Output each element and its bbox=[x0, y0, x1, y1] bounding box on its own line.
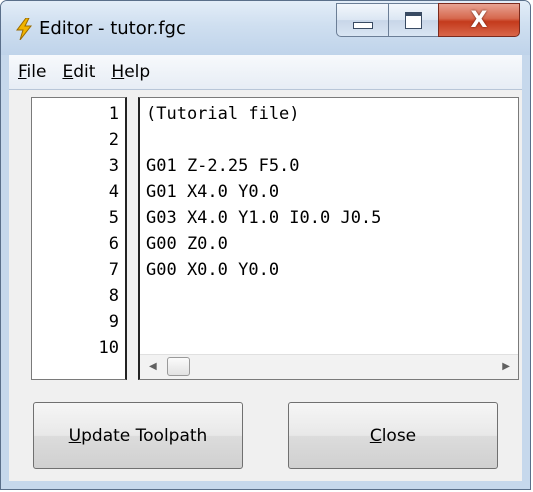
update-toolpath-button[interactable]: Update Toolpath bbox=[33, 402, 243, 469]
close-button[interactable]: Close bbox=[288, 402, 498, 469]
line-number: 9 bbox=[108, 312, 119, 332]
editor-window: Editor - tutor.fgc X File Edit Help 1 2 … bbox=[0, 0, 531, 490]
line-number: 4 bbox=[108, 182, 119, 202]
line-number: 8 bbox=[108, 286, 119, 306]
maximize-button[interactable] bbox=[388, 3, 438, 37]
minimize-icon bbox=[352, 21, 373, 29]
menu-help[interactable]: Help bbox=[104, 62, 157, 82]
title-bar[interactable]: Editor - tutor.fgc X bbox=[1, 1, 530, 55]
code-editor[interactable]: (Tutorial file) G01 Z-2.25 F5.0 G01 X4.0… bbox=[138, 97, 519, 380]
button-row: Update Toolpath Close bbox=[9, 380, 522, 481]
code-line: G01 Z-2.25 F5.0 bbox=[146, 156, 300, 176]
arrow-left-icon[interactable]: ◀ bbox=[149, 361, 157, 372]
horizontal-scrollbar[interactable]: ◀ ▶ bbox=[140, 354, 518, 379]
line-number: 2 bbox=[108, 130, 119, 150]
client-area: 1 2 3 4 5 6 7 8 9 10 (Tutorial file) G01… bbox=[9, 90, 522, 481]
line-number: 3 bbox=[108, 156, 119, 176]
code-line: G00 X0.0 Y0.0 bbox=[146, 260, 280, 280]
scroll-thumb[interactable] bbox=[167, 357, 190, 376]
line-number-gutter: 1 2 3 4 5 6 7 8 9 10 bbox=[31, 97, 127, 380]
code-line: G03 X4.0 Y1.0 I0.0 J0.5 bbox=[146, 208, 382, 228]
close-icon: X bbox=[470, 7, 488, 33]
code-line: G01 X4.0 Y0.0 bbox=[146, 182, 280, 202]
code-line: (Tutorial file) bbox=[146, 104, 300, 124]
lightning-icon bbox=[16, 18, 33, 40]
arrow-right-icon[interactable]: ▶ bbox=[502, 361, 510, 372]
close-window-button[interactable]: X bbox=[438, 3, 520, 37]
line-number: 1 bbox=[108, 104, 119, 124]
minimize-button[interactable] bbox=[336, 3, 388, 37]
caption-buttons: X bbox=[336, 3, 520, 39]
line-number: 10 bbox=[98, 338, 119, 358]
menu-bar: File Edit Help bbox=[9, 55, 522, 90]
menu-edit[interactable]: Edit bbox=[55, 62, 102, 82]
window-title: Editor - tutor.fgc bbox=[39, 18, 186, 39]
menu-file[interactable]: File bbox=[11, 62, 53, 82]
maximize-icon bbox=[405, 11, 422, 29]
code-line: G00 Z0.0 bbox=[146, 234, 228, 254]
line-number: 5 bbox=[108, 208, 119, 228]
line-number: 6 bbox=[108, 234, 119, 254]
line-number: 7 bbox=[108, 260, 119, 280]
